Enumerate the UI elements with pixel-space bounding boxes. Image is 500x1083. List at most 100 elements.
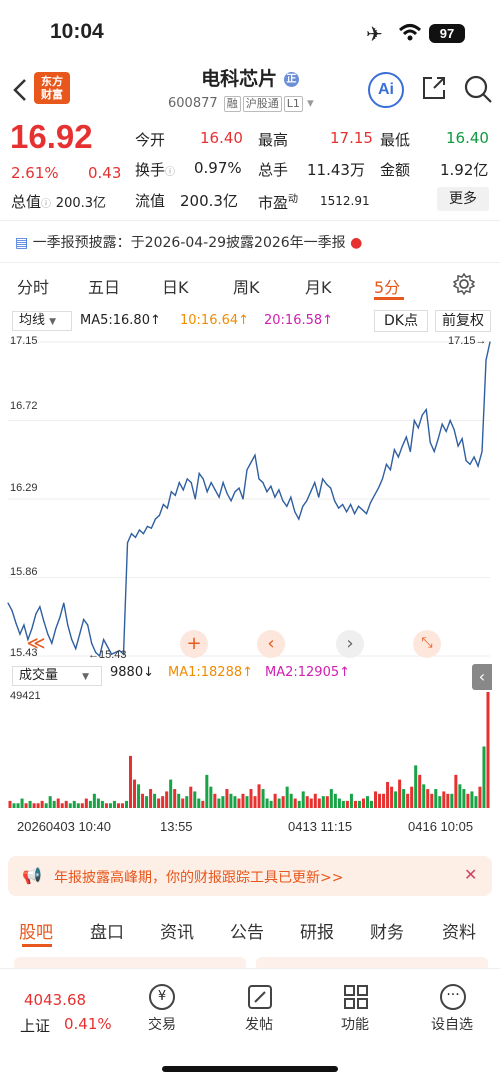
tab-finance[interactable]: 财务 (370, 918, 404, 943)
promo-banner[interactable]: 📢 年报披露高峰期，你的财报跟踪工具已更新>> ✕ (8, 856, 492, 896)
status-time: 10:04 (50, 20, 104, 43)
zoom-in-button[interactable]: + (180, 630, 208, 658)
volume-bar (213, 793, 217, 808)
next-button[interactable]: › (336, 630, 364, 658)
volume-bar (325, 796, 329, 808)
volume-bar (153, 793, 157, 808)
volume-ma1: MA1:18288↑ (168, 665, 254, 680)
fullscreen-button[interactable]: ⤡ (413, 630, 441, 658)
price-point (254, 454, 256, 456)
tab-5min[interactable]: 5分 (374, 274, 400, 298)
close-icon[interactable]: ✕ (464, 865, 477, 884)
volume-bar (309, 798, 313, 808)
volume-bar (277, 798, 281, 808)
ma-selector[interactable]: 均线 ▼ (12, 311, 72, 331)
volume-selector[interactable]: 成交量 ▼ (12, 666, 102, 686)
volume-current: 9880↓ (110, 665, 154, 680)
price-point (473, 456, 475, 458)
tab-profile[interactable]: 资料 (442, 918, 476, 943)
share-icon[interactable] (420, 74, 448, 102)
price-point (238, 487, 240, 489)
price-point (437, 438, 439, 440)
price-point (345, 511, 348, 513)
index-pct: 0.41% (64, 1015, 112, 1033)
tab-forum[interactable]: 股吧 (19, 918, 53, 943)
function-icon[interactable] (343, 984, 369, 1010)
price-point (79, 633, 81, 635)
volume-bar (265, 798, 269, 808)
volume-bar (32, 803, 36, 808)
price-point (365, 513, 368, 515)
volume-bar (482, 746, 486, 808)
tab-day-k[interactable]: 日K (162, 274, 189, 298)
volume-chart[interactable] (0, 688, 500, 814)
rewind-button[interactable]: ≪ (22, 630, 50, 658)
collapse-tab[interactable]: ‹ (472, 664, 492, 690)
volume-bar (402, 789, 406, 808)
price-axis-label: 15.86 (10, 566, 38, 578)
tab-5day[interactable]: 五日 (88, 274, 120, 298)
volume-bar (197, 798, 201, 808)
nav-trade[interactable]: 交易 (132, 1014, 192, 1034)
tab-month-k[interactable]: 月K (305, 274, 332, 298)
volume-bar (205, 774, 209, 808)
volume-bar (321, 796, 325, 808)
price-point (298, 518, 300, 520)
volume-bar (418, 774, 422, 808)
back-icon[interactable] (12, 78, 28, 102)
search-icon[interactable] (463, 74, 493, 104)
post-icon[interactable] (247, 984, 273, 1010)
price-point (158, 514, 160, 517)
tab-week-k[interactable]: 周K (233, 274, 260, 298)
adjust-button[interactable]: 前复权 (435, 310, 491, 332)
notice-icon: ▤ (15, 235, 29, 251)
price-point (226, 492, 228, 495)
pe-value: 1512.91 (320, 194, 370, 208)
nav-function[interactable]: 功能 (325, 1014, 385, 1034)
notice-bar[interactable]: ▤ 一季报预披露：于2026-04-29披露2026年一季报 ● (15, 232, 362, 252)
open-value: 16.40 (200, 129, 243, 147)
date-label: 0416 10:05 (408, 819, 474, 834)
tab-news[interactable]: 资讯 (160, 918, 194, 943)
watchlist-icon[interactable]: ··· (440, 984, 466, 1010)
trade-icon[interactable]: ¥ (149, 984, 175, 1010)
volume-bar (44, 803, 48, 808)
date-label: 0413 11:15 (288, 819, 353, 834)
tab-research[interactable]: 研报 (300, 918, 334, 943)
volume-bar (478, 786, 482, 808)
tab-orderbook[interactable]: 盘口 (90, 918, 124, 943)
volume-bar (124, 800, 128, 808)
volume-bar (233, 796, 237, 808)
volume-bar (349, 793, 353, 808)
more-button[interactable]: 更多 (437, 187, 489, 211)
price-point (71, 638, 73, 641)
volume-bar (40, 800, 44, 808)
volume-bar (185, 796, 189, 808)
price-point (103, 638, 105, 641)
ai-button[interactable]: Ai (368, 72, 404, 108)
price-point (330, 487, 332, 489)
price-point (182, 489, 184, 491)
price-point (67, 624, 69, 626)
price-point (457, 445, 459, 447)
nav-post[interactable]: 发帖 (229, 1014, 289, 1034)
price-point (7, 602, 9, 604)
price-point (262, 481, 264, 484)
volume-bar (149, 789, 153, 808)
stock-badge: 正 (283, 72, 299, 87)
price-point (15, 622, 17, 624)
price-point (202, 478, 204, 480)
volume-bar (241, 793, 245, 808)
price-chart[interactable] (0, 334, 500, 664)
tab-announcements[interactable]: 公告 (230, 918, 264, 943)
prev-button[interactable]: ‹ (257, 630, 285, 658)
app-logo: 东方 财富 (34, 72, 70, 104)
volume-bar (112, 800, 116, 808)
nav-watchlist[interactable]: 设自选 (422, 1014, 482, 1034)
price-point (198, 472, 200, 475)
tab-timeshare[interactable]: 分时 (17, 274, 49, 298)
price-point (282, 500, 284, 502)
dk-button[interactable]: DK点 (374, 310, 428, 332)
settings-icon[interactable] (453, 273, 475, 295)
high-label: 最高 (258, 131, 289, 149)
